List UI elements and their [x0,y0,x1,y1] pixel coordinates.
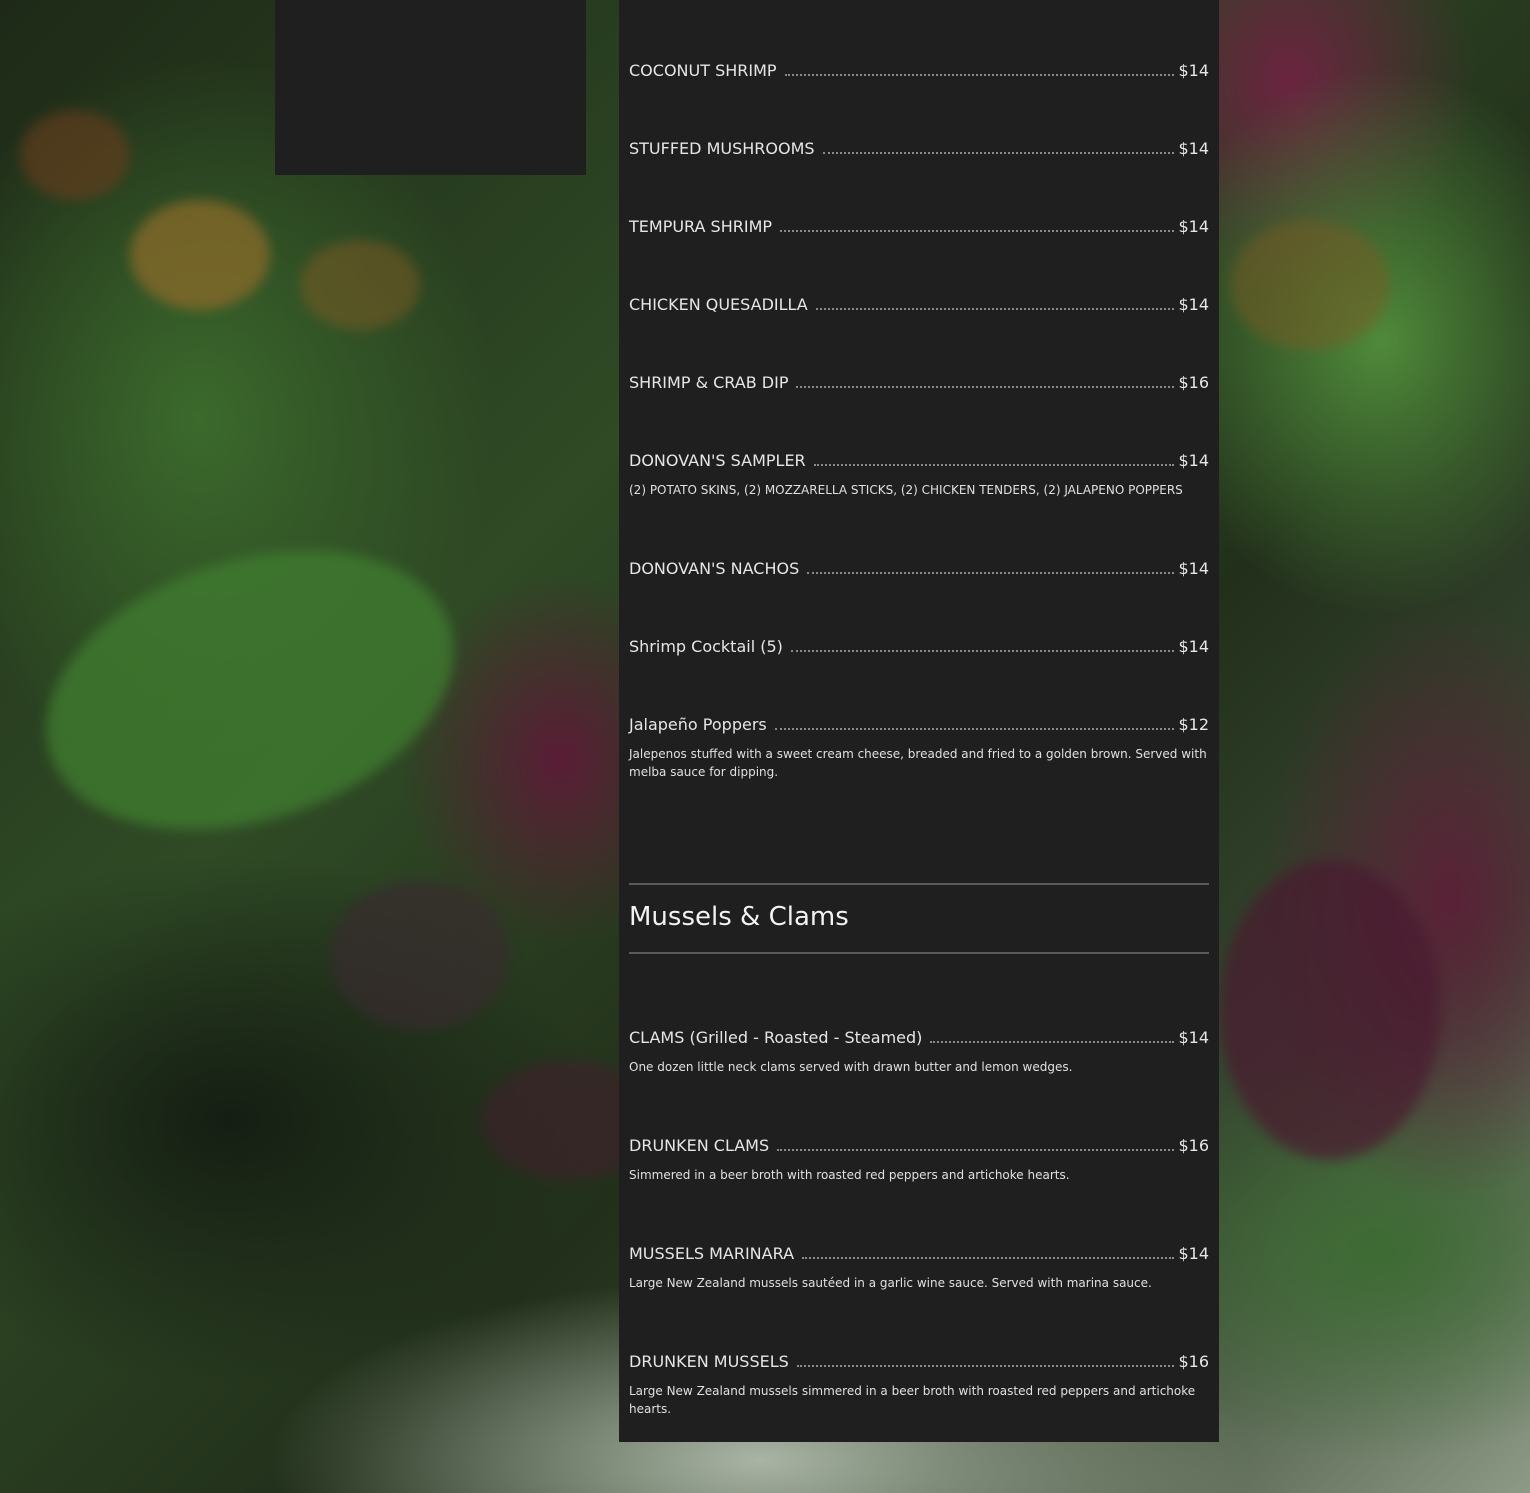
menu-item: STUFFED MUSHROOMS $14 [629,135,1209,159]
menu-item: TEMPURA SHRIMP $14 [629,213,1209,237]
dot-leader [777,1149,1175,1151]
menu-item-name: COCONUT SHRIMP [629,61,777,80]
menu-item-price: $14 [1178,217,1209,236]
menu-item-description: Large New Zealand mussels sautéed in a g… [629,1276,1152,1290]
menu-item-name: MUSSELS MARINARA [629,1244,795,1263]
menu-item-row: COCONUT SHRIMP $14 [629,57,1209,81]
menu-item-name: DONOVAN'S NACHOS [629,559,800,578]
dot-leader [780,230,1175,232]
menu-item-row: SHRIMP & CRAB DIP $16 [629,369,1209,393]
menu-item-name: STUFFED MUSHROOMS [629,139,815,158]
menu-item-price: $12 [1178,715,1209,734]
side-panel [275,0,586,175]
menu-item-name: DONOVAN'S SAMPLER [629,451,806,470]
menu-panel: COCONUT SHRIMP $14 STUFFED MUSHROOMS $14… [619,0,1219,1442]
menu-item: Jalapeño Poppers $12 Jalepenos stuffed w… [629,711,1209,781]
menu-item: DONOVAN'S SAMPLER $14 (2) POTATO SKINS, … [629,447,1209,499]
menu-item: COCONUT SHRIMP $14 [629,57,1209,81]
menu-item-price: $14 [1178,1244,1209,1263]
menu-item-name: Jalapeño Poppers [629,715,767,734]
menu-item: DONOVAN'S NACHOS $14 [629,555,1209,579]
menu-item-name: TEMPURA SHRIMP [629,217,773,236]
previous-item-cutoff [629,0,1209,2]
background-shape [130,200,270,310]
section-divider [629,883,1209,885]
menu-item-description: Jalepenos stuffed with a sweet cream che… [629,747,1207,779]
menu-item-row: DRUNKEN MUSSELS $16 [629,1348,1209,1372]
menu-item-row: MUSSELS MARINARA $14 [629,1240,1209,1264]
background-shape [20,110,130,200]
menu-item-row: TEMPURA SHRIMP $14 [629,213,1209,237]
section-divider [629,952,1209,954]
section-title: Mussels & Clams [629,902,849,932]
dot-leader [796,386,1175,388]
menu-item-row: DRUNKEN CLAMS $16 [629,1132,1209,1156]
dot-leader [815,308,1175,310]
dot-leader [784,74,1175,76]
dot-leader [930,1041,1175,1043]
menu-item-row: DONOVAN'S NACHOS $14 [629,555,1209,579]
menu-item: SHRIMP & CRAB DIP $16 [629,369,1209,393]
background-shape [1220,860,1440,1160]
menu-item-name: CHICKEN QUESADILLA [629,295,808,314]
menu-item: CLAMS (Grilled - Roasted - Steamed) $14 … [629,1024,1209,1076]
menu-item-price: $14 [1178,1028,1209,1047]
background-shape [1230,220,1390,350]
background-shape [300,240,420,330]
menu-item-row: CHICKEN QUESADILLA $14 [629,291,1209,315]
menu-item-name: CLAMS (Grilled - Roasted - Steamed) [629,1028,923,1047]
menu-item-description: Simmered in a beer broth with roasted re… [629,1168,1070,1182]
menu-item-price: $16 [1178,1136,1209,1155]
dot-leader [807,572,1175,574]
menu-item-price: $16 [1178,1352,1209,1371]
menu-item-row: DONOVAN'S SAMPLER $14 [629,447,1209,471]
menu-item-name: Shrimp Cocktail (5) [629,637,783,656]
menu-item: DRUNKEN MUSSELS $16 Large New Zealand mu… [629,1348,1209,1418]
menu-item: DRUNKEN CLAMS $16 Simmered in a beer bro… [629,1132,1209,1184]
menu-item-description: Large New Zealand mussels simmered in a … [629,1384,1196,1416]
menu-item-row: Jalapeño Poppers $12 [629,711,1209,735]
menu-item-price: $14 [1178,559,1209,578]
menu-item-name: DRUNKEN CLAMS [629,1136,770,1155]
menu-item-price: $14 [1178,451,1209,470]
dot-leader [790,650,1175,652]
menu-item-description: One dozen little neck clams served with … [629,1060,1073,1074]
dot-leader [822,152,1175,154]
dot-leader [774,728,1175,730]
dot-leader [796,1365,1175,1367]
menu-item: CHICKEN QUESADILLA $14 [629,291,1209,315]
menu-item-price: $14 [1178,295,1209,314]
background-shape [10,501,490,879]
menu-item-row: STUFFED MUSHROOMS $14 [629,135,1209,159]
menu-item-price: $14 [1178,61,1209,80]
menu-item-price: $14 [1178,637,1209,656]
menu-item-row: CLAMS (Grilled - Roasted - Steamed) $14 [629,1024,1209,1048]
menu-item: MUSSELS MARINARA $14 Large New Zealand m… [629,1240,1209,1292]
background-shape [330,880,510,1030]
menu-item: Shrimp Cocktail (5) $14 [629,633,1209,657]
menu-item-description: (2) POTATO SKINS, (2) MOZZARELLA STICKS,… [629,483,1183,497]
menu-item-price: $16 [1178,373,1209,392]
dot-leader [813,464,1175,466]
menu-item-price: $14 [1178,139,1209,158]
menu-item-row: Shrimp Cocktail (5) $14 [629,633,1209,657]
menu-item-name: DRUNKEN MUSSELS [629,1352,789,1371]
dot-leader [802,1257,1175,1259]
menu-item-name: SHRIMP & CRAB DIP [629,373,789,392]
